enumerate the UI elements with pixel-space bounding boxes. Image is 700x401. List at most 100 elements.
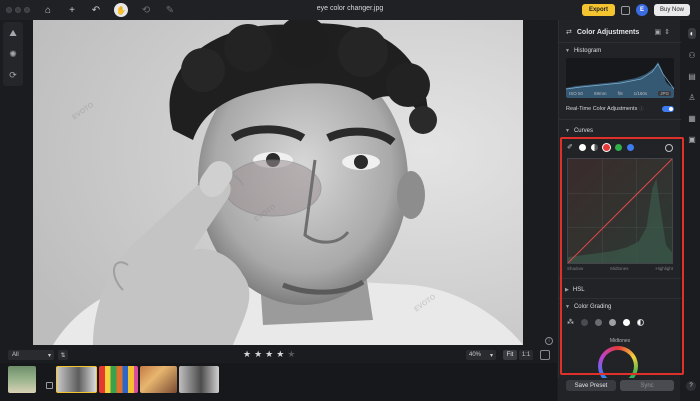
filmstrip: [0, 363, 557, 401]
zoom-value: 40%: [469, 352, 482, 358]
left-toolbar: ⛰ ✺ ⟳: [3, 22, 23, 86]
compare-view-icon[interactable]: [540, 350, 550, 360]
histogram: ISO 50 59mm f/8 1/160s JPG: [566, 58, 674, 98]
sync-button[interactable]: Sync: [620, 380, 674, 391]
curves-graph[interactable]: [567, 158, 673, 264]
minimize-window-button[interactable]: [15, 7, 21, 13]
help-icon[interactable]: ?: [686, 381, 696, 391]
realtime-label: Real-Time Color Adjustments: [566, 106, 638, 112]
histogram-label: Histogram: [573, 48, 602, 54]
histogram-section-header[interactable]: ▼ Histogram: [565, 48, 601, 54]
crop-preview-icon[interactable]: [620, 5, 630, 15]
panel-adjust-icon: ⇄: [566, 29, 572, 36]
target-picker-icon[interactable]: [665, 143, 673, 152]
window-controls[interactable]: [6, 7, 30, 13]
portrait-photo: [33, 20, 523, 345]
hsl-section-header[interactable]: ▶ HSL: [565, 287, 585, 293]
curves-section-header[interactable]: ▼ Curves: [565, 128, 593, 134]
filmstrip-thumbnail[interactable]: [99, 366, 138, 393]
hist-iso: ISO 50: [569, 91, 584, 96]
help-small-icon[interactable]: ⓘ: [639, 106, 643, 111]
realtime-adjustments-row: Real-Time Color Adjustments ⓘ: [566, 106, 674, 112]
channel-blue[interactable]: [627, 144, 634, 151]
rating-star[interactable]: ★: [265, 349, 273, 360]
one-to-one-button[interactable]: 1:1: [519, 350, 533, 360]
panel-options-icon[interactable]: ▣⇕: [655, 28, 673, 36]
stack-icon[interactable]: [46, 382, 53, 389]
curve-highlight-label: Highlight: [655, 266, 673, 271]
rating-star[interactable]: ★: [243, 349, 251, 360]
home-icon[interactable]: ⌂: [42, 5, 54, 16]
info-icon[interactable]: i: [545, 337, 553, 345]
frame-tab-icon[interactable]: ▦: [688, 114, 696, 123]
curve-shadow-label: Shadow: [567, 266, 584, 271]
retouch-tab-icon[interactable]: ⚇: [688, 51, 695, 60]
rating-star[interactable]: ★: [276, 349, 284, 360]
curve-range-labels: Shadow Midtones Highlight: [567, 266, 673, 271]
channel-luminance[interactable]: [591, 144, 598, 151]
buy-now-button[interactable]: Buy Now: [653, 4, 690, 16]
camera-tab-icon[interactable]: ▣: [688, 135, 696, 144]
filmstrip-thumbnail-selected[interactable]: [56, 366, 97, 393]
brush-icon[interactable]: ✎: [164, 5, 176, 16]
filter-dropdown[interactable]: All ▾: [8, 350, 54, 360]
color-adjustments-panel: ⇄ Color Adjustments ▣⇕ ▼ Histogram ISO 5…: [558, 20, 681, 401]
background-tab-icon[interactable]: ▤: [688, 72, 696, 81]
panel-title: Color Adjustments: [576, 28, 640, 36]
zoom-dropdown[interactable]: 40% ▾: [466, 350, 496, 360]
hsl-label: HSL: [572, 287, 585, 293]
channel-green[interactable]: [615, 144, 622, 151]
fit-button[interactable]: Fit: [503, 350, 517, 360]
add-icon[interactable]: +: [66, 5, 78, 16]
zoom-window-button[interactable]: [24, 7, 30, 13]
hist-format: JPG: [658, 91, 671, 96]
undo-icon[interactable]: ↶: [90, 5, 102, 16]
right-tool-strip: ◐ ⚇ ▤ ♙ ▦ ▣: [684, 20, 700, 401]
chevron-down-icon: ▾: [47, 352, 51, 359]
color-grading-section-header[interactable]: ▼ Color Grading: [565, 304, 611, 310]
rating-star[interactable]: ★: [254, 349, 262, 360]
hand-tool-icon[interactable]: ✋: [114, 3, 128, 17]
filmstrip-thumbnail[interactable]: [140, 366, 177, 393]
curves-label: Curves: [573, 128, 593, 134]
chevron-down-icon: ▾: [489, 352, 493, 359]
pen-icon[interactable]: ✐: [567, 144, 574, 151]
grading-highlights[interactable]: [623, 318, 630, 326]
realtime-toggle[interactable]: [662, 106, 674, 112]
avatar[interactable]: E: [635, 4, 648, 16]
three-wheels-icon[interactable]: ⁂: [567, 318, 574, 326]
grading-midtones-dot[interactable]: [609, 318, 616, 326]
export-button[interactable]: Export: [581, 4, 615, 16]
sort-icon[interactable]: ⇅: [58, 350, 68, 360]
midtones-label: Midtones: [609, 338, 631, 344]
hist-shutter: 1/160s: [633, 91, 648, 96]
filmstrip-thumbnail[interactable]: [8, 366, 36, 393]
grading-darks[interactable]: [595, 318, 602, 326]
image-canvas[interactable]: EVOTO EVOTO EVOTO: [33, 20, 523, 345]
grading-shadows[interactable]: [581, 318, 588, 326]
color-grading-mode-selector: ⁂: [567, 318, 673, 326]
curve-channel-selector: ✐: [567, 143, 673, 152]
hist-aperture: f/8: [617, 91, 623, 96]
redo-icon[interactable]: ⟲: [140, 5, 152, 16]
history-icon[interactable]: ⟳: [9, 70, 17, 81]
curve-midtones-label: Midtones: [610, 266, 629, 271]
save-preset-button[interactable]: Save Preset: [566, 380, 616, 391]
filmstrip-thumbnail[interactable]: [179, 366, 219, 393]
hist-focal: 59mm: [594, 91, 607, 96]
effects-icon[interactable]: ✺: [9, 49, 17, 60]
caret-down-icon: ▼: [565, 128, 570, 134]
close-window-button[interactable]: [6, 7, 12, 13]
color-adjust-tab-icon[interactable]: ◐: [687, 28, 697, 39]
channel-red[interactable]: [603, 144, 610, 151]
caret-down-icon: ▼: [565, 48, 570, 54]
color-grading-label: Color Grading: [573, 304, 612, 310]
rating-star[interactable]: ★: [287, 349, 295, 360]
caret-right-icon: ▶: [565, 287, 569, 293]
caret-down-icon: ▼: [565, 304, 570, 310]
grading-global[interactable]: [637, 318, 644, 326]
channel-rgb[interactable]: [579, 144, 586, 151]
clothing-tab-icon[interactable]: ♙: [688, 93, 695, 102]
auto-adjust-icon[interactable]: ⛰: [9, 28, 17, 39]
star-rating[interactable]: ★ ★ ★ ★ ★: [243, 349, 295, 360]
